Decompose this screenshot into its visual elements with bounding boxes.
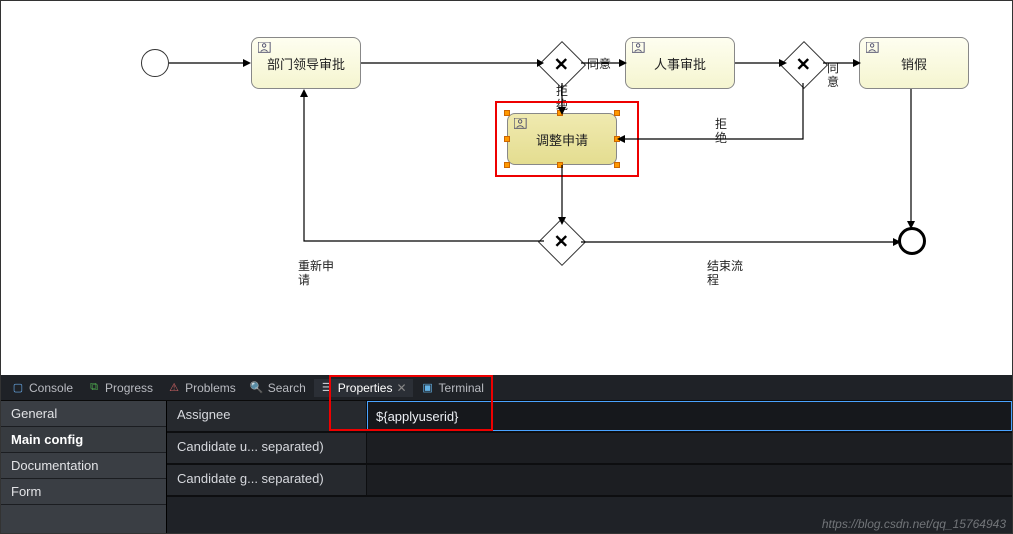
view-tab-strip: ▢Console ⧉Progress ⚠Problems 🔍Search ☰Pr… — [1, 375, 1012, 401]
properties-grid: Assignee Candidate u... separated) Candi… — [167, 401, 1012, 533]
task-label: 销假 — [901, 54, 927, 73]
edge-label-endflow: 结束流程 — [707, 259, 751, 288]
task-label: 人事审批 — [654, 54, 706, 73]
end-event[interactable] — [898, 227, 926, 255]
selection-handle[interactable] — [557, 110, 563, 116]
flow-arrow — [735, 61, 787, 71]
properties-side-tabs: General Main config Documentation Form — [1, 401, 167, 533]
edge-label-agree2: 同意 — [827, 61, 841, 90]
gateway-1[interactable] — [538, 41, 586, 89]
flow-arrow — [909, 89, 919, 229]
flow-arrow — [560, 165, 570, 225]
edge-label-reject1: 拒绝 — [556, 84, 570, 113]
gateway-2[interactable] — [780, 41, 828, 89]
problems-icon: ⚠ — [167, 381, 181, 395]
task-cancel-leave[interactable]: 销假 — [859, 37, 969, 89]
progress-icon: ⧉ — [87, 381, 101, 395]
assignee-highlight — [329, 375, 493, 431]
search-icon: 🔍 — [250, 381, 264, 395]
gateway-3[interactable] — [538, 218, 586, 266]
task-hr-approve[interactable]: 人事审批 — [625, 37, 735, 89]
selection-handle[interactable] — [504, 162, 510, 168]
side-tab-form[interactable]: Form — [1, 479, 166, 505]
flow-arrow — [581, 240, 901, 250]
flow-arrow — [617, 83, 807, 145]
edge-label-agree1: 同意 — [587, 57, 611, 71]
tab-console[interactable]: ▢Console — [5, 379, 79, 397]
task-dept-approve[interactable]: 部门领导审批 — [251, 37, 361, 89]
edge-label-reapply: 重新申请 — [298, 259, 342, 288]
tab-problems[interactable]: ⚠Problems — [161, 379, 242, 397]
user-task-icon — [258, 42, 272, 54]
prop-label-candidate-groups: Candidate g... separated) — [167, 465, 367, 495]
side-tab-general[interactable]: General — [1, 401, 166, 427]
edge-label-reject2: 拒绝 — [715, 117, 729, 146]
diagram-canvas[interactable]: 部门领导审批 同意 拒绝 人事审批 同意 拒绝 销假 调整申请 重新申请 结束流… — [1, 1, 1012, 376]
console-icon: ▢ — [11, 381, 25, 395]
candidate-groups-input[interactable] — [367, 465, 1012, 495]
tab-progress[interactable]: ⧉Progress — [81, 379, 159, 397]
bottom-panel: ▢Console ⧉Progress ⚠Problems 🔍Search ☰Pr… — [1, 375, 1012, 533]
user-task-icon — [514, 118, 528, 130]
prop-label-candidate-users: Candidate u... separated) — [167, 433, 367, 463]
flow-arrow — [361, 61, 544, 71]
start-event[interactable] — [141, 49, 169, 77]
tab-search[interactable]: 🔍Search — [244, 379, 312, 397]
side-tab-documentation[interactable]: Documentation — [1, 453, 166, 479]
selection-handle[interactable] — [557, 162, 563, 168]
selection-handle[interactable] — [614, 162, 620, 168]
selection-handle[interactable] — [614, 110, 620, 116]
selection-handle[interactable] — [504, 136, 510, 142]
user-task-icon — [866, 42, 880, 54]
flow-arrow — [169, 61, 251, 71]
selection-handle[interactable] — [614, 136, 620, 142]
side-tab-main-config[interactable]: Main config — [1, 427, 166, 453]
candidate-users-input[interactable] — [367, 433, 1012, 463]
task-label: 部门领导审批 — [267, 54, 345, 73]
user-task-icon — [632, 42, 646, 54]
task-label: 调整申请 — [536, 130, 588, 149]
selection-handle[interactable] — [504, 110, 510, 116]
task-adjust-apply[interactable]: 调整申请 — [507, 113, 617, 165]
